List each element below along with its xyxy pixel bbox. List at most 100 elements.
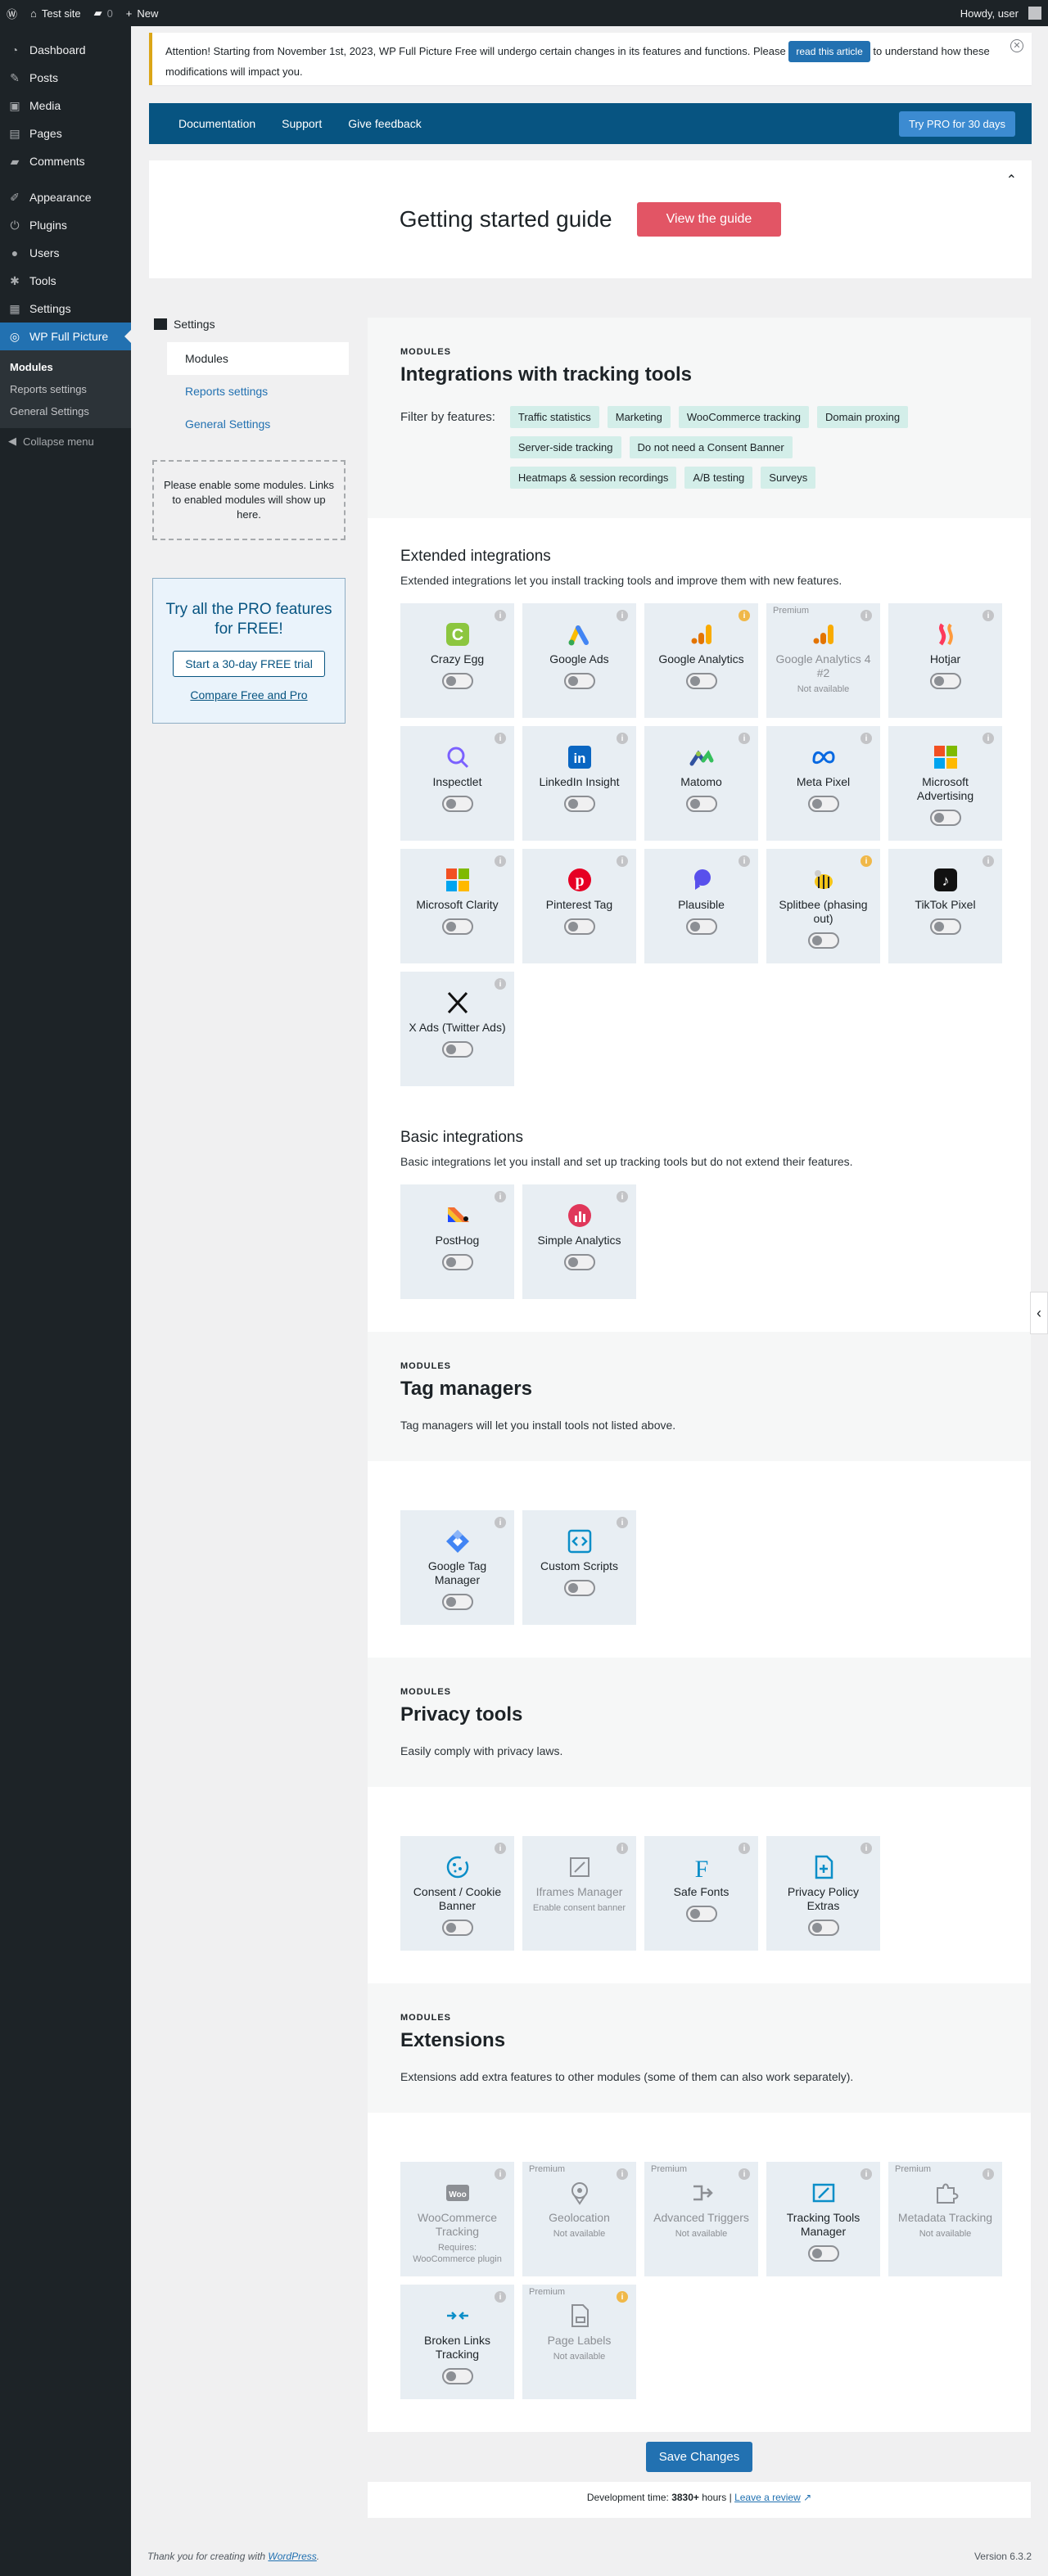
info-icon[interactable]: i [495,733,506,744]
submenu-modules[interactable]: Modules [0,356,131,378]
module-toggle[interactable] [685,1906,717,1922]
info-icon[interactable]: i [495,855,506,867]
info-icon[interactable]: i [739,1843,750,1854]
info-icon[interactable]: i [982,855,994,867]
module-toggle[interactable] [563,796,595,812]
sidebar-item-dashboard[interactable]: ◔ Dashboard [0,36,131,64]
module-toggle[interactable] [441,2368,473,2384]
info-icon[interactable]: i [861,2168,872,2180]
comments-menu[interactable]: ▰ 0 [88,0,120,26]
module-toggle[interactable] [563,1580,595,1596]
filter-tag[interactable]: Domain proxing [817,406,909,428]
try-pro-button[interactable]: Try PRO for 30 days [899,111,1015,137]
sidebar-item-comments[interactable]: ▰ Comments [0,147,131,175]
filter-tag[interactable]: Surveys [761,467,816,489]
leave-review-link[interactable]: Leave a review [734,2492,801,2503]
module-toggle[interactable] [929,918,961,935]
side-item-general-settings[interactable]: General Settings [167,408,349,440]
read-article-button[interactable]: read this article [788,41,870,62]
filter-tag[interactable]: Heatmaps & session recordings [509,467,677,489]
module-toggle[interactable] [441,1041,473,1058]
info-icon[interactable]: i [495,610,506,621]
submenu-general-settings[interactable]: General Settings [0,400,131,422]
new-content-menu[interactable]: + New [120,0,165,26]
module-toggle[interactable] [685,673,717,689]
sidebar-item-pages[interactable]: ▤ Pages [0,120,131,147]
module-toggle[interactable] [807,932,839,949]
module-toggle[interactable] [807,2245,839,2262]
filter-tag[interactable]: Marketing [607,406,671,428]
submenu-reports-settings[interactable]: Reports settings [0,378,131,400]
module-toggle[interactable] [441,796,473,812]
info-icon[interactable]: i [739,2168,750,2180]
info-icon[interactable]: i [495,2168,506,2180]
sidebar-item-appearance[interactable]: ✐ Appearance [0,183,131,211]
filter-tag[interactable]: WooCommerce tracking [678,406,810,428]
sidebar-item-posts[interactable]: ✎ Posts [0,64,131,92]
collapse-menu-button[interactable]: ◀ Collapse menu [0,428,131,454]
compare-link[interactable]: Compare Free and Pro [163,688,335,702]
module-toggle[interactable] [441,673,473,689]
module-toggle[interactable] [807,796,839,812]
module-toggle[interactable] [929,810,961,826]
info-icon[interactable]: i [739,610,750,621]
nav-documentation[interactable]: Documentation [165,117,269,130]
module-toggle[interactable] [441,918,473,935]
nav-give-feedback[interactable]: Give feedback [335,117,435,130]
site-name-menu[interactable]: ⌂ Test site [24,0,88,26]
filter-tag[interactable]: Server-side tracking [509,436,621,458]
info-icon[interactable]: i [982,733,994,744]
info-icon[interactable]: i [617,1843,628,1854]
info-icon[interactable]: i [861,1843,872,1854]
sidebar-item-plugins[interactable]: ⏻ Plugins [0,211,131,239]
info-icon[interactable]: i [617,855,628,867]
sidebar-item-media[interactable]: ▣ Media [0,92,131,120]
chevron-up-icon[interactable]: ⌃ [1006,172,1017,188]
dismiss-icon[interactable]: ✕ [1010,39,1023,52]
info-icon[interactable]: i [861,610,872,621]
nav-support[interactable]: Support [269,117,335,130]
wordpress-link[interactable]: WordPress [268,2551,316,2562]
module-toggle[interactable] [441,1920,473,1936]
module-toggle[interactable] [685,796,717,812]
info-icon[interactable]: i [617,2291,628,2303]
info-icon[interactable]: i [495,1843,506,1854]
save-changes-button[interactable]: Save Changes [645,2442,753,2472]
info-icon[interactable]: i [617,610,628,621]
info-icon[interactable]: i [617,733,628,744]
module-toggle[interactable] [807,1920,839,1936]
filter-tag[interactable]: Do not need a Consent Banner [629,436,793,458]
sidebar-item-settings[interactable]: ▦ Settings [0,295,131,323]
info-icon[interactable]: i [739,855,750,867]
info-icon[interactable]: i [982,610,994,621]
module-toggle[interactable] [563,1254,595,1270]
info-icon[interactable]: i [495,978,506,990]
sidebar-item-users[interactable]: ● Users [0,239,131,267]
filter-tag[interactable]: A/B testing [684,467,753,489]
module-toggle[interactable] [441,1254,473,1270]
account-menu[interactable]: Howdy, user [954,0,1048,26]
info-icon[interactable]: i [617,1191,628,1202]
view-guide-button[interactable]: View the guide [636,202,782,237]
info-icon[interactable]: i [861,855,872,867]
module-toggle[interactable] [563,918,595,935]
sidebar-item-wp-full-picture[interactable]: ◎ WP Full Picture [0,323,131,350]
module-toggle[interactable] [685,918,717,935]
info-icon[interactable]: i [739,733,750,744]
sidebar-item-tools[interactable]: ✱ Tools [0,267,131,295]
module-toggle[interactable] [929,673,961,689]
filter-tag[interactable]: Traffic statistics [509,406,599,428]
info-icon[interactable]: i [495,2291,506,2303]
info-icon[interactable]: i [495,1191,506,1202]
wp-logo-menu[interactable]: Ⓦ [0,0,24,26]
free-trial-button[interactable]: Start a 30-day FREE trial [173,651,325,677]
info-icon[interactable]: i [495,1517,506,1528]
side-item-reports-settings[interactable]: Reports settings [167,375,349,408]
module-toggle[interactable] [563,673,595,689]
info-icon[interactable]: i [982,2168,994,2180]
info-icon[interactable]: i [861,733,872,744]
info-icon[interactable]: i [617,2168,628,2180]
side-panel-toggle[interactable]: ‹ [1030,1292,1048,1334]
info-icon[interactable]: i [617,1517,628,1528]
module-toggle[interactable] [441,1594,473,1610]
